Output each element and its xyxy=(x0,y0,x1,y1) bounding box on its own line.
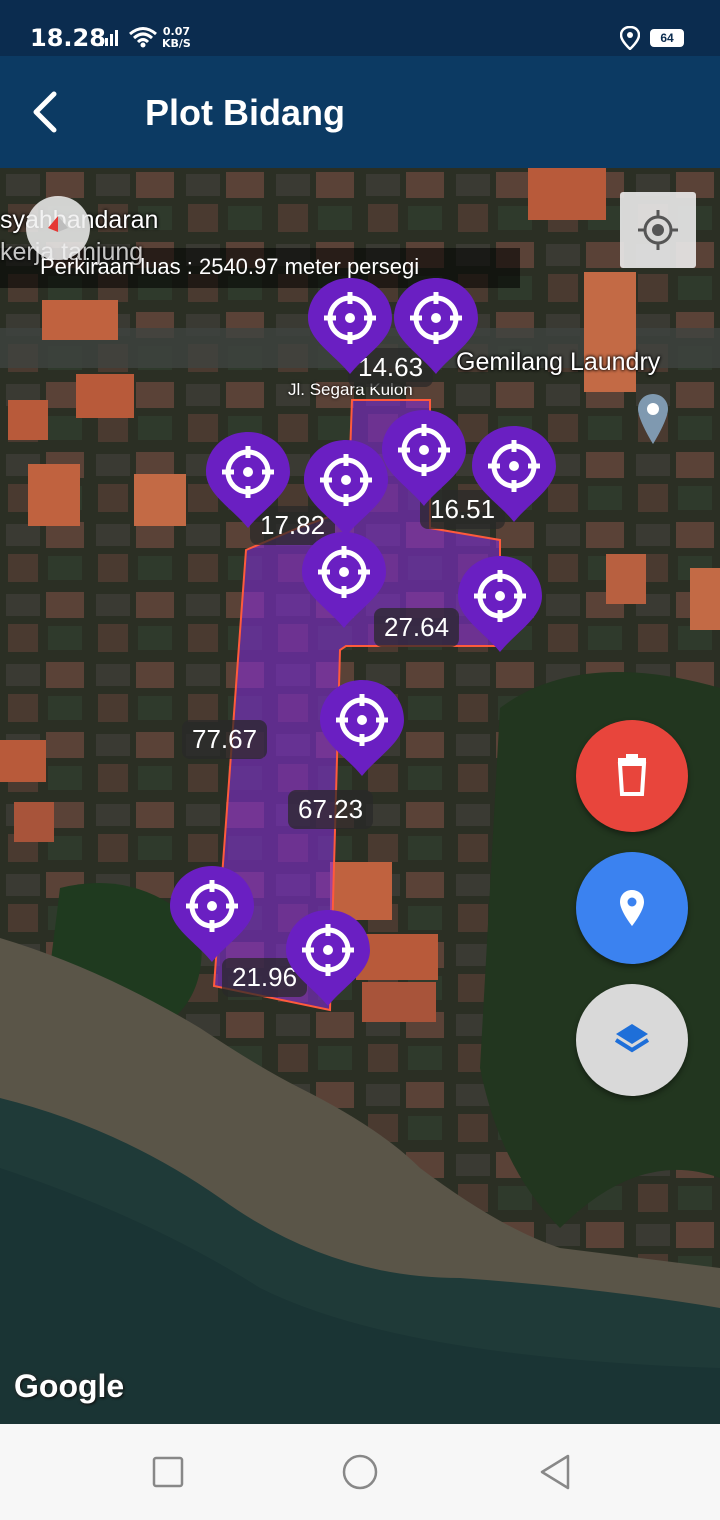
trash-icon xyxy=(617,754,647,796)
vertex-marker[interactable] xyxy=(454,552,546,656)
system-nav-bar xyxy=(0,1424,720,1520)
location-pin-icon xyxy=(620,890,644,926)
vertex-marker[interactable] xyxy=(202,428,294,532)
page-title: Plot Bidang xyxy=(145,92,345,133)
vertex-marker[interactable] xyxy=(282,906,374,1010)
vertex-marker[interactable] xyxy=(166,862,258,966)
vertex-marker[interactable] xyxy=(468,422,560,526)
vertex-marker[interactable] xyxy=(298,528,390,632)
layers-icon xyxy=(614,1024,650,1053)
delete-button[interactable] xyxy=(576,720,688,832)
my-location-button[interactable] xyxy=(620,192,696,268)
crosshair-marker-icon xyxy=(472,426,556,522)
app-bar: Plot Bidang xyxy=(0,56,720,168)
wifi-icon xyxy=(128,26,158,53)
back-triangle-icon[interactable] xyxy=(536,1452,576,1492)
crosshair-marker-icon xyxy=(458,556,542,652)
crosshair-marker-icon xyxy=(320,680,404,776)
crosshair-icon xyxy=(638,210,678,250)
status-time: 18.28 xyxy=(30,24,106,52)
location-icon xyxy=(619,25,641,55)
poi-label-laundry: Gemilang Laundry xyxy=(456,348,661,376)
crosshair-marker-icon xyxy=(206,432,290,528)
poi-pin-icon[interactable] xyxy=(636,392,670,451)
status-bar: 18.28 0.07 KB/S 64 xyxy=(0,0,720,56)
crosshair-marker-icon xyxy=(308,278,392,374)
battery-icon: 64 xyxy=(650,29,684,47)
crosshair-marker-icon xyxy=(394,278,478,374)
vertex-marker[interactable] xyxy=(390,274,482,378)
google-attribution: Google xyxy=(14,1368,125,1404)
vertex-marker[interactable] xyxy=(300,436,392,540)
add-point-button[interactable] xyxy=(576,852,688,964)
network-speed: 0.07 KB/S xyxy=(162,26,191,50)
measurement-label: 77.67 xyxy=(182,720,268,759)
home-icon[interactable] xyxy=(340,1452,380,1492)
compass-icon[interactable] xyxy=(26,196,90,260)
recent-apps-icon[interactable] xyxy=(148,1452,188,1492)
crosshair-marker-icon xyxy=(170,866,254,962)
measurement-label: 67.23 xyxy=(288,790,374,829)
network-speed-unit: KB/S xyxy=(162,37,191,50)
arrow-back-icon[interactable] xyxy=(28,90,68,134)
map-layers-button[interactable] xyxy=(576,984,688,1096)
crosshair-marker-icon xyxy=(302,532,386,628)
vertex-marker[interactable] xyxy=(304,274,396,378)
vertex-marker[interactable] xyxy=(316,676,408,780)
crosshair-marker-icon xyxy=(286,910,370,1006)
signal-icon xyxy=(100,28,124,51)
crosshair-marker-icon xyxy=(304,440,388,536)
